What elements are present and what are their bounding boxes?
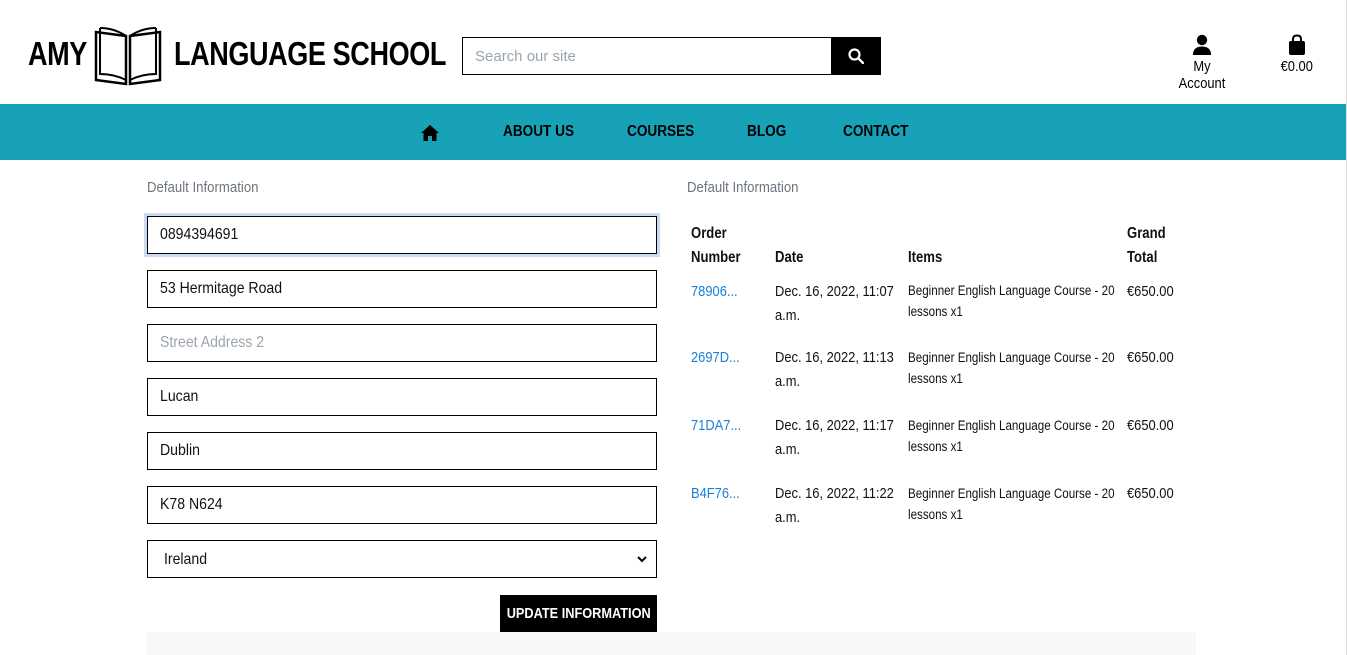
order-total: €650.00 <box>1127 485 1174 502</box>
orders-heading: Default Information <box>687 179 799 196</box>
order-date-line2: a.m. <box>775 373 801 390</box>
search-button[interactable] <box>831 38 880 74</box>
order-number-link[interactable]: 2697D... <box>691 346 740 370</box>
main-nav: ABOUT US COURSES BLOG CONTACT <box>0 104 1347 160</box>
home-icon[interactable] <box>420 124 440 142</box>
update-information-label: UPDATE INFORMATION <box>506 605 651 622</box>
order-date-line1: Dec. 16, 2022, 11:22 <box>775 485 894 502</box>
street-address-2-field[interactable]: Street Address 2 <box>147 324 657 362</box>
town-field[interactable]: Lucan <box>147 378 657 416</box>
search-form <box>462 37 881 75</box>
bag-total: €0.00 <box>1280 58 1314 75</box>
town-value: Lucan <box>160 388 199 405</box>
order-items-line2: lessons x1 <box>908 507 963 522</box>
order-date-line1: Dec. 16, 2022, 11:07 <box>775 283 894 300</box>
book-icon <box>94 27 162 86</box>
my-account-label: My Account <box>1178 58 1226 92</box>
col-grand-total: Grand Total <box>1127 222 1166 270</box>
order-items-line2: lessons x1 <box>908 439 963 454</box>
order-total: €650.00 <box>1127 417 1174 434</box>
nav-item-courses[interactable]: COURSES <box>627 123 694 141</box>
order-items-line1: Beginner English Language Course - 20 <box>908 283 1115 298</box>
order-number-link[interactable]: B4F76... <box>691 482 740 506</box>
country-select[interactable]: Ireland <box>147 540 657 578</box>
shopping-bag-link[interactable]: €0.00 <box>1272 34 1322 75</box>
order-items-line2: lessons x1 <box>908 304 963 319</box>
postcode-value: K78 N624 <box>160 496 223 513</box>
order-date-line2: a.m. <box>775 307 801 324</box>
col-order-number-line2: Number <box>691 249 741 266</box>
nav-item-contact[interactable]: CONTACT <box>843 123 908 141</box>
col-order-number-line1: Order <box>691 225 727 242</box>
order-date-line1: Dec. 16, 2022, 11:13 <box>775 349 894 366</box>
search-icon <box>847 48 864 64</box>
site-header: AMY LANGUAGE SCHOOL My Account <box>0 0 1347 104</box>
order-total: €650.00 <box>1127 349 1174 366</box>
logo-text-school: LANGUAGE SCHOOL <box>174 35 446 72</box>
shopping-bag-icon <box>1289 34 1305 55</box>
postcode-field[interactable]: K78 N624 <box>147 486 657 524</box>
update-information-button[interactable]: UPDATE INFORMATION <box>500 595 657 632</box>
street-address-1-field[interactable]: 53 Hermitage Road <box>147 270 657 308</box>
col-order-number: Order Number <box>691 222 741 270</box>
order-items: Beginner English Language Course - 20 le… <box>908 483 1115 525</box>
nav-item-about-us[interactable]: ABOUT US <box>503 123 574 141</box>
logo-text-amy: AMY <box>28 35 87 72</box>
order-date: Dec. 16, 2022, 11:07 a.m. <box>775 280 894 328</box>
order-items: Beginner English Language Course - 20 le… <box>908 415 1115 457</box>
chevron-down-icon <box>637 556 647 563</box>
nav-item-blog[interactable]: BLOG <box>747 123 786 141</box>
search-input[interactable] <box>463 38 831 74</box>
col-grand-total-line1: Grand <box>1127 225 1166 242</box>
order-items: Beginner English Language Course - 20 le… <box>908 280 1115 322</box>
user-icon <box>1193 34 1211 55</box>
street-address-2-placeholder: Street Address 2 <box>160 334 265 351</box>
street-address-1-value: 53 Hermitage Road <box>160 280 283 297</box>
county-field[interactable]: Dublin <box>147 432 657 470</box>
order-date: Dec. 16, 2022, 11:17 a.m. <box>775 414 894 462</box>
order-number-link[interactable]: 71DA7... <box>691 414 741 438</box>
phone-number-value: 0894394691 <box>160 226 239 243</box>
order-date: Dec. 16, 2022, 11:13 a.m. <box>775 346 894 394</box>
country-value: Ireland <box>164 551 208 568</box>
col-items: Items <box>908 249 943 266</box>
order-items: Beginner English Language Course - 20 le… <box>908 347 1115 389</box>
county-value: Dublin <box>160 442 200 459</box>
footer-strip <box>147 632 1196 655</box>
site-logo[interactable]: AMY LANGUAGE SCHOOL <box>28 22 446 86</box>
col-date: Date <box>775 249 804 266</box>
order-date-line2: a.m. <box>775 441 801 458</box>
my-account-link[interactable]: My Account <box>1166 34 1238 92</box>
order-date: Dec. 16, 2022, 11:22 a.m. <box>775 482 894 530</box>
order-items-line1: Beginner English Language Course - 20 <box>908 350 1115 365</box>
order-date-line2: a.m. <box>775 509 801 526</box>
col-grand-total-line2: Total <box>1127 249 1158 266</box>
phone-number-field[interactable]: 0894394691 <box>147 216 657 254</box>
order-items-line2: lessons x1 <box>908 371 963 386</box>
order-items-line1: Beginner English Language Course - 20 <box>908 418 1115 433</box>
order-date-line1: Dec. 16, 2022, 11:17 <box>775 417 894 434</box>
form-heading: Default Information <box>147 179 259 196</box>
order-number-link[interactable]: 78906... <box>691 280 738 304</box>
order-items-line1: Beginner English Language Course - 20 <box>908 486 1115 501</box>
order-total: €650.00 <box>1127 283 1174 300</box>
